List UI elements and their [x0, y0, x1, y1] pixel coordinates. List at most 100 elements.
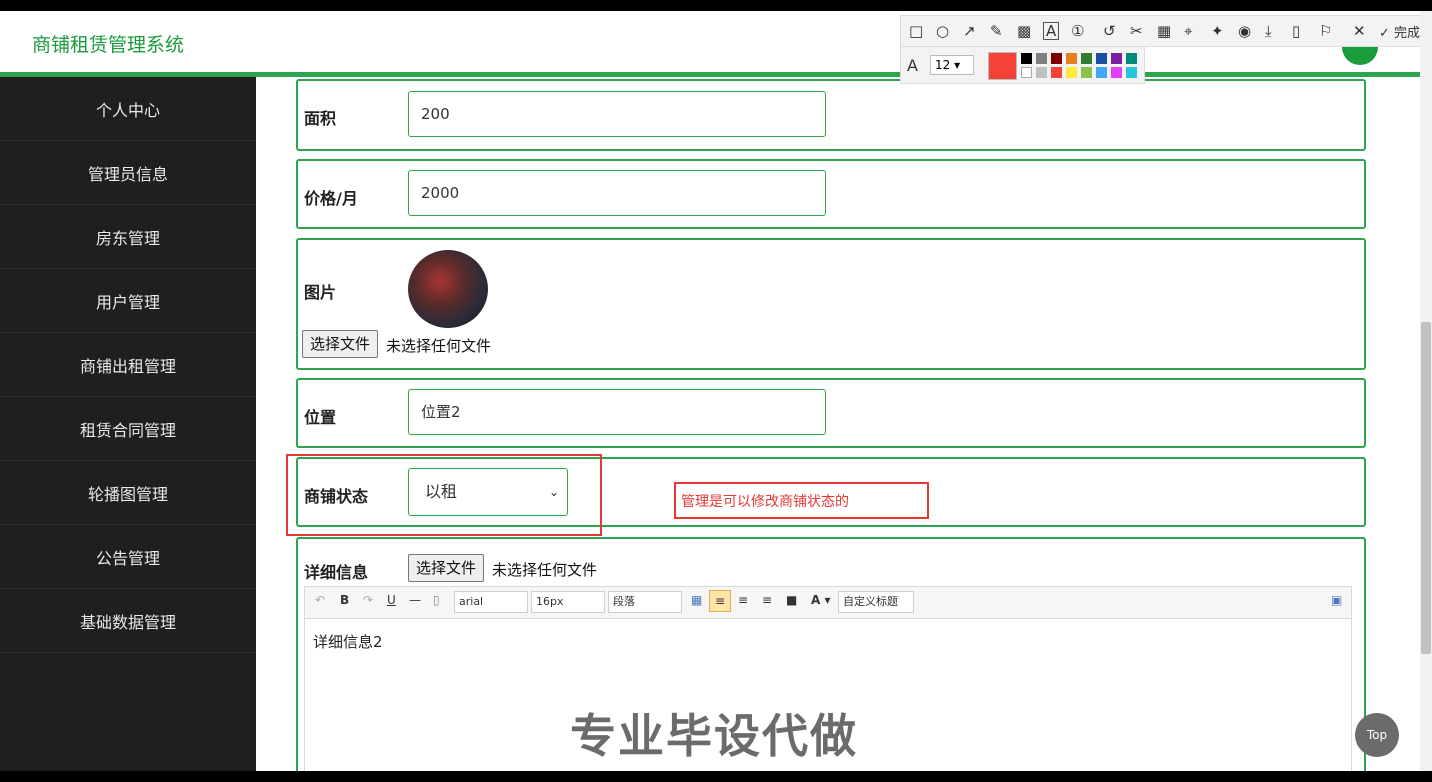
sidebar-item-users[interactable]: 用户管理 — [0, 269, 256, 333]
scissors-icon[interactable]: ✂ — [1130, 22, 1143, 40]
color-swatch[interactable] — [1096, 67, 1107, 78]
price-label: 价格/月 — [304, 189, 358, 208]
pin-icon[interactable]: ✦ — [1211, 22, 1224, 40]
fullscreen-icon[interactable]: ▣ — [1331, 593, 1342, 607]
sidebar-item-notices[interactable]: 公告管理 — [0, 525, 256, 589]
undo-icon[interactable]: ↺ — [1103, 22, 1116, 40]
color-swatch[interactable] — [1081, 67, 1092, 78]
rectangle-icon[interactable]: □ — [909, 22, 923, 40]
bookmark-icon[interactable]: ⚐ — [1319, 22, 1332, 40]
color-swatch[interactable] — [1111, 67, 1122, 78]
sidebar: 个人中心 管理员信息 房东管理 用户管理 商铺出租管理 租赁合同管理 轮播图管理… — [0, 77, 256, 771]
pencil-icon[interactable]: ✎ — [990, 22, 1003, 40]
sidebar-item-admin-info[interactable]: 管理员信息 — [0, 141, 256, 205]
sidebar-item-label: 个人中心 — [95, 100, 160, 120]
font-color-icon[interactable]: A ▾ — [811, 593, 831, 607]
watermark-text: 专业毕设代做 — [570, 709, 858, 763]
close-icon[interactable]: ✕ — [1353, 22, 1366, 40]
font-size-select[interactable]: 16px — [531, 591, 605, 613]
sidebar-item-label: 管理员信息 — [87, 164, 168, 184]
editor-content: 详细信息2 — [313, 633, 383, 651]
custom-title-value: 自定义标题 — [843, 595, 898, 608]
color-swatch[interactable] — [1066, 67, 1077, 78]
screen-bottom-edge — [0, 771, 1432, 782]
color-swatch[interactable] — [1096, 53, 1107, 64]
color-swatch[interactable] — [1036, 67, 1047, 78]
sidebar-item-label: 租赁合同管理 — [79, 420, 176, 440]
done-button[interactable]: ✓ 完成 — [1379, 22, 1420, 41]
font-family-select[interactable]: arial — [454, 591, 528, 613]
sidebar-item-label: 房东管理 — [95, 228, 160, 248]
font-family-value: arial — [459, 595, 484, 608]
scrollbar-thumb[interactable] — [1421, 322, 1431, 654]
annotation-text: 管理是可以修改商铺状态的 — [681, 494, 849, 510]
detail-label: 详细信息 — [304, 563, 369, 582]
font-icon: A — [907, 56, 918, 75]
expand-icon[interactable]: ⌖ — [1184, 22, 1192, 40]
paragraph-select[interactable]: 段落 — [608, 591, 682, 613]
screenshot-toolbar: □ ○ ↗ ✎ ▩ A ① ↺ ✂ ▦ ⌖ ✦ ◉ ⤓ ▯ ⚐ ✕ ✓ 完成 — [900, 15, 1432, 47]
color-swatch[interactable] — [1066, 53, 1077, 64]
color-swatch[interactable] — [1051, 67, 1062, 78]
location-label: 位置 — [304, 408, 337, 427]
color-swatch[interactable] — [1126, 53, 1137, 64]
sidebar-item-contracts[interactable]: 租赁合同管理 — [0, 397, 256, 461]
area-label: 面积 — [304, 109, 337, 128]
font-size-select[interactable]: 12 ▾ — [930, 55, 974, 75]
form-row-image: 图片 选择文件 未选择任何文件 — [296, 238, 1366, 370]
area-input[interactable]: 200 — [408, 91, 826, 137]
color-swatch[interactable] — [1081, 53, 1092, 64]
form-row-price: 价格/月 2000 — [296, 159, 1366, 229]
image-choose-file-button[interactable]: 选择文件 — [302, 330, 379, 358]
document-icon[interactable]: ▯ — [433, 593, 440, 607]
color-swatch[interactable] — [1051, 53, 1062, 64]
align-left-icon[interactable]: ≡ — [709, 590, 731, 612]
ocr-icon[interactable]: ▦ — [1157, 22, 1171, 40]
form-row-location: 位置 位置2 — [296, 378, 1366, 448]
sidebar-item-label: 基础数据管理 — [79, 612, 176, 632]
sidebar-item-shop-rental[interactable]: 商铺出租管理 — [0, 333, 256, 397]
detail-choose-file-button[interactable]: 选择文件 — [408, 554, 485, 582]
number-icon[interactable]: ① — [1071, 22, 1084, 40]
underline-icon[interactable]: U — [387, 593, 396, 607]
mosaic-icon[interactable]: ▩ — [1017, 22, 1031, 40]
sidebar-item-label: 用户管理 — [95, 292, 160, 312]
download-icon[interactable]: ⤓ — [1265, 22, 1272, 40]
app-title: 商铺租赁管理系统 — [32, 34, 185, 56]
sidebar-item-carousel[interactable]: 轮播图管理 — [0, 461, 256, 525]
sidebar-item-landlord[interactable]: 房东管理 — [0, 205, 256, 269]
font-size-value: 16px — [536, 595, 564, 608]
custom-title-select[interactable]: 自定义标题 — [838, 591, 914, 613]
text-icon[interactable]: A — [1043, 22, 1060, 40]
table-icon[interactable]: ▦ — [691, 593, 702, 607]
image-file-status: 未选择任何文件 — [386, 337, 492, 355]
record-icon[interactable]: ◉ — [1238, 22, 1251, 40]
undo-icon[interactable]: ↶ — [315, 593, 325, 607]
color-swatch[interactable] — [1126, 67, 1137, 78]
price-input[interactable]: 2000 — [408, 170, 826, 216]
horizontal-rule-icon[interactable]: — — [409, 593, 421, 607]
bold-icon[interactable]: B — [340, 593, 349, 607]
arrow-icon[interactable]: ↗ — [963, 22, 976, 40]
align-justify-icon[interactable]: ■ — [786, 593, 797, 607]
redo-icon[interactable]: ↷ — [363, 593, 373, 607]
circle-icon[interactable]: ○ — [936, 22, 949, 40]
main-content: 面积 200 价格/月 2000 图片 选择文件 未选择任何文件 位置 位置2 … — [256, 77, 1420, 771]
location-input[interactable]: 位置2 — [408, 389, 826, 435]
phone-icon[interactable]: ▯ — [1292, 22, 1300, 40]
form-row-area: 面积 200 — [296, 79, 1366, 151]
color-swatch[interactable] — [1021, 53, 1032, 64]
sidebar-item-personal-center[interactable]: 个人中心 — [0, 77, 256, 141]
current-color-swatch[interactable] — [988, 52, 1017, 80]
align-center-icon[interactable]: ≡ — [762, 593, 772, 607]
image-label: 图片 — [304, 283, 337, 302]
align-right-icon[interactable]: ≡ — [738, 593, 748, 607]
done-label: 完成 — [1394, 26, 1421, 41]
back-to-top-button[interactable]: Top — [1355, 713, 1399, 757]
color-swatch[interactable] — [1111, 53, 1122, 64]
sidebar-item-label: 公告管理 — [95, 548, 160, 568]
screen-top-edge — [0, 0, 1432, 11]
color-swatch[interactable] — [1036, 53, 1047, 64]
color-swatch[interactable] — [1021, 67, 1032, 78]
sidebar-item-base-data[interactable]: 基础数据管理 — [0, 589, 256, 653]
